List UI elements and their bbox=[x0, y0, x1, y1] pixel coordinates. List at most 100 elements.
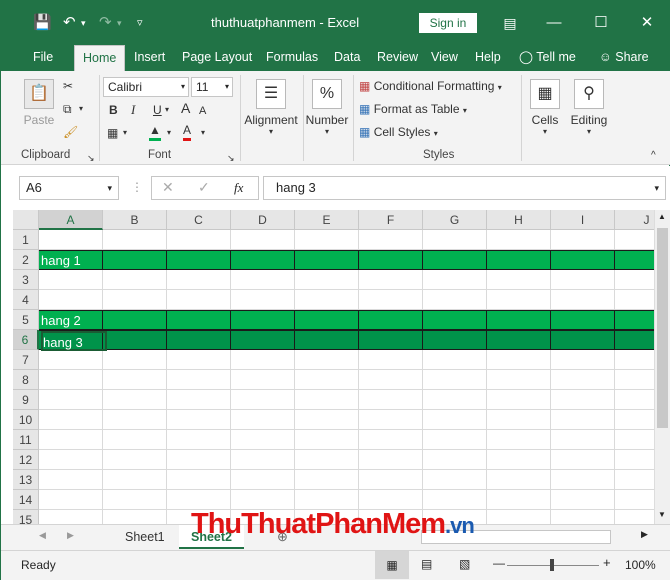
row-header-10[interactable]: 10 bbox=[13, 410, 39, 430]
cell[interactable] bbox=[423, 490, 487, 510]
highlighted-cell[interactable] bbox=[103, 251, 167, 269]
next-sheet-icon[interactable]: ▶ bbox=[67, 530, 74, 541]
fill-color-icon[interactable]: ▲ bbox=[149, 121, 161, 141]
cell[interactable] bbox=[551, 390, 615, 410]
maximize-icon[interactable]: ☐ bbox=[589, 11, 613, 35]
column-header-f[interactable]: F bbox=[359, 210, 423, 230]
highlighted-cell[interactable] bbox=[423, 251, 487, 269]
highlighted-cell[interactable] bbox=[359, 311, 423, 329]
format-as-table-button[interactable]: ▦ Format as Table ▾ bbox=[359, 102, 467, 116]
column-header-j[interactable]: J bbox=[615, 210, 654, 230]
cell[interactable] bbox=[231, 270, 295, 290]
cell[interactable] bbox=[487, 370, 551, 390]
cell[interactable] bbox=[103, 270, 167, 290]
font-name-select[interactable]: Calibri ▾ bbox=[103, 77, 189, 97]
highlighted-cell[interactable] bbox=[231, 331, 295, 349]
worksheet-grid[interactable]: ABCDEFGHIJ 1 2 3 4 5 6 7 8 9 10 11 12 13 14 15 hang 1 … bbox=[13, 210, 654, 524]
cell[interactable] bbox=[551, 430, 615, 450]
cell[interactable] bbox=[39, 450, 103, 470]
cell[interactable] bbox=[295, 390, 359, 410]
scroll-thumb[interactable] bbox=[657, 228, 668, 428]
cell[interactable] bbox=[487, 490, 551, 510]
number-button[interactable]: % Number ▾ bbox=[303, 79, 351, 136]
row-header-8[interactable]: 8 bbox=[13, 370, 39, 390]
column-header-b[interactable]: B bbox=[103, 210, 167, 230]
cell[interactable] bbox=[231, 430, 295, 450]
cell[interactable] bbox=[615, 390, 654, 410]
cell[interactable] bbox=[359, 470, 423, 490]
cell[interactable] bbox=[295, 230, 359, 250]
cell[interactable] bbox=[551, 410, 615, 430]
cell[interactable] bbox=[295, 490, 359, 510]
font-color-button[interactable]: A bbox=[183, 121, 192, 141]
highlighted-cell[interactable] bbox=[615, 331, 654, 349]
borders-icon[interactable]: ▦ bbox=[107, 124, 118, 142]
tab-home[interactable]: Home bbox=[74, 45, 126, 71]
cell[interactable] bbox=[231, 290, 295, 310]
cell[interactable] bbox=[231, 230, 295, 250]
highlighted-cell[interactable] bbox=[615, 311, 654, 329]
paste-button[interactable]: 📋 Paste bbox=[21, 79, 57, 127]
redo-icon[interactable]: ↷ bbox=[99, 13, 112, 33]
cell[interactable] bbox=[295, 470, 359, 490]
tab-view[interactable]: View bbox=[423, 45, 466, 71]
prev-sheet-icon[interactable]: ◀ bbox=[39, 530, 46, 541]
vertical-scrollbar[interactable]: ▲ ▼ bbox=[654, 210, 670, 524]
highlighted-cell[interactable] bbox=[487, 311, 551, 329]
cell[interactable] bbox=[359, 270, 423, 290]
highlighted-cell[interactable] bbox=[615, 251, 654, 269]
scroll-down-icon[interactable]: ▼ bbox=[658, 510, 666, 519]
cell[interactable] bbox=[167, 430, 231, 450]
cell[interactable] bbox=[39, 230, 103, 250]
row-header-6[interactable]: 6 bbox=[13, 330, 39, 350]
row-header-2[interactable]: 2 bbox=[13, 250, 39, 270]
dialog-launcher-icon[interactable]: ↘ bbox=[227, 149, 235, 167]
share-button[interactable]: ☺ Share bbox=[591, 45, 657, 71]
highlighted-cell[interactable] bbox=[295, 311, 359, 329]
cell-a6[interactable]: hang 3 bbox=[41, 331, 107, 351]
cell[interactable] bbox=[615, 230, 654, 250]
cell[interactable] bbox=[487, 270, 551, 290]
highlighted-cell[interactable] bbox=[487, 251, 551, 269]
highlighted-cell[interactable] bbox=[231, 251, 295, 269]
row-header-15[interactable]: 15 bbox=[13, 510, 39, 524]
sign-in-button[interactable]: Sign in bbox=[419, 13, 477, 33]
underline-button[interactable]: U bbox=[153, 101, 162, 119]
chevron-down-icon[interactable]: ▾ bbox=[117, 13, 122, 33]
cell-a2[interactable]: hang 1 bbox=[41, 251, 81, 271]
zoom-slider-thumb[interactable] bbox=[550, 559, 554, 571]
cell[interactable] bbox=[103, 410, 167, 430]
cell[interactable] bbox=[551, 350, 615, 370]
cell[interactable] bbox=[423, 390, 487, 410]
cell[interactable] bbox=[487, 230, 551, 250]
cell[interactable] bbox=[103, 350, 167, 370]
cell[interactable] bbox=[359, 450, 423, 470]
cell[interactable] bbox=[295, 430, 359, 450]
cell[interactable] bbox=[423, 450, 487, 470]
cell-styles-button[interactable]: ▦ Cell Styles ▾ bbox=[359, 125, 438, 139]
cell[interactable] bbox=[295, 370, 359, 390]
highlighted-cell[interactable] bbox=[231, 311, 295, 329]
cell[interactable] bbox=[39, 370, 103, 390]
cell[interactable] bbox=[39, 350, 103, 370]
copy-icon[interactable]: ⧉ bbox=[63, 100, 72, 118]
cell[interactable] bbox=[423, 230, 487, 250]
tab-insert[interactable]: Insert bbox=[126, 45, 173, 71]
tab-help[interactable]: Help bbox=[467, 45, 509, 71]
cell[interactable] bbox=[551, 510, 615, 524]
cell[interactable] bbox=[487, 410, 551, 430]
font-size-select[interactable]: 11 ▾ bbox=[191, 77, 233, 97]
column-header-c[interactable]: C bbox=[167, 210, 231, 230]
editing-button[interactable]: ⚲ Editing ▾ bbox=[567, 79, 611, 136]
cell[interactable] bbox=[167, 290, 231, 310]
cell[interactable] bbox=[487, 470, 551, 490]
highlighted-cell[interactable] bbox=[103, 311, 167, 329]
cell[interactable] bbox=[359, 230, 423, 250]
cell[interactable] bbox=[615, 270, 654, 290]
cell[interactable] bbox=[551, 230, 615, 250]
zoom-level[interactable]: 100% bbox=[625, 558, 656, 572]
cell[interactable] bbox=[359, 390, 423, 410]
cell[interactable] bbox=[231, 410, 295, 430]
cell[interactable] bbox=[295, 270, 359, 290]
cell[interactable] bbox=[423, 430, 487, 450]
